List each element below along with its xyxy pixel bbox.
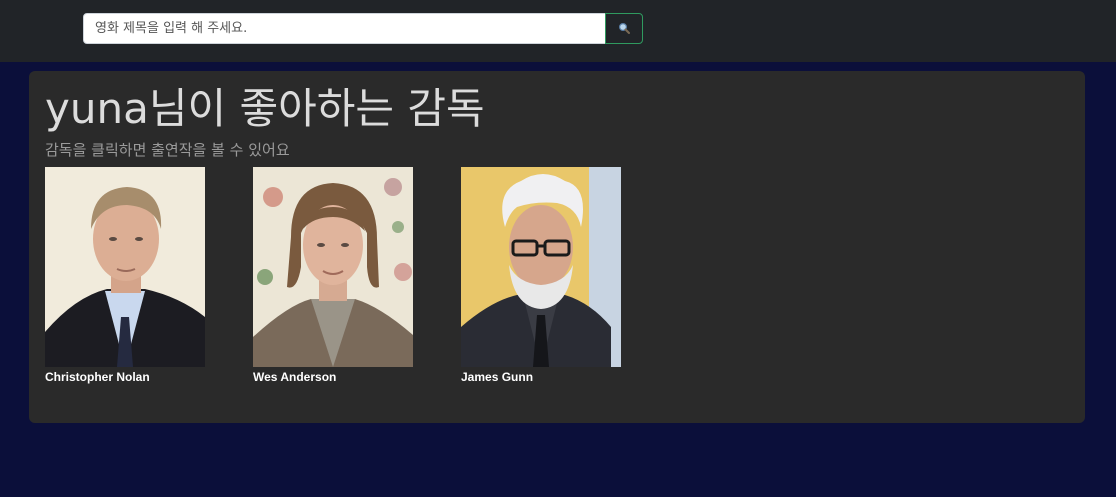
favorite-directors-card: yuna님이 좋아하는 감독 감독을 클릭하면 출연작을 볼 수 있어요 Chr… [29,71,1085,423]
director-name[interactable]: James Gunn [461,370,621,384]
director-card-christopher-nolan[interactable]: Christopher Nolan [45,167,205,384]
search-input[interactable] [83,13,606,44]
search-icon [618,19,630,38]
page-title: yuna님이 좋아하는 감독 [45,84,485,133]
director-card-wes-anderson[interactable]: Wes Anderson [253,167,413,384]
director-name[interactable]: Wes Anderson [253,370,413,384]
page-subtitle: 감독을 클릭하면 출연작을 볼 수 있어요 [45,141,290,159]
director-photo[interactable] [461,167,621,367]
director-photo[interactable] [45,167,205,367]
director-photo[interactable] [253,167,413,367]
search-button[interactable] [605,13,643,44]
top-navbar [0,0,1116,62]
director-name[interactable]: Christopher Nolan [45,370,205,384]
director-card-james-gunn[interactable]: James Gunn [461,167,621,384]
